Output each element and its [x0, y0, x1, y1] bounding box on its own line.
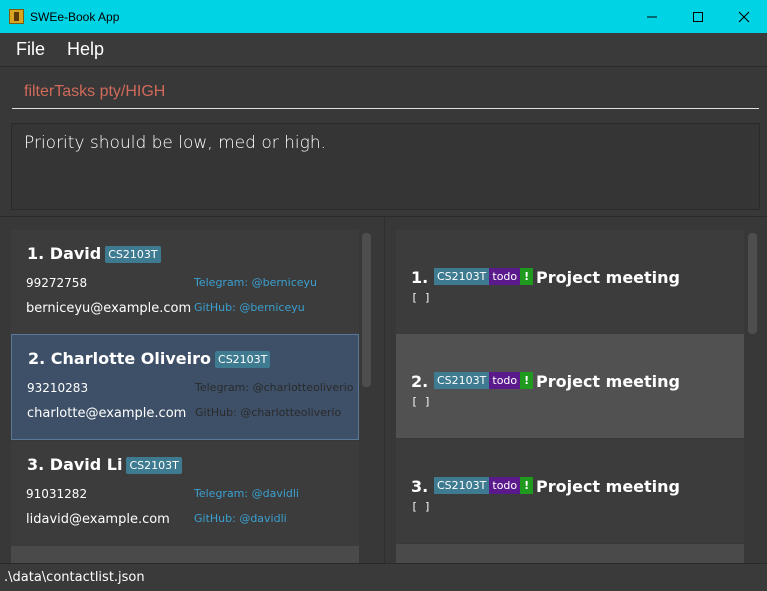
result-display-area: Priority should be low, med or high.: [0, 117, 767, 216]
person-list-scrollbar[interactable]: [362, 233, 371, 387]
window-controls: [629, 0, 767, 33]
person-name-row: 2. Charlotte Oliveiro CS2103T: [28, 349, 271, 368]
task-list[interactable]: 1. CS2103T todo ! Project meeting [ ] 2.…: [385, 216, 767, 564]
task-status-tag: todo: [489, 477, 521, 494]
person-telegram[interactable]: Telegram: @charlotteoliverio: [195, 381, 354, 394]
task-card[interactable]: 3. CS2103T todo ! Project meeting [ ]: [396, 439, 744, 543]
task-priority-tag: !: [520, 268, 534, 285]
task-card[interactable]: 2. CS2103T todo ! Project meeting [ ]: [396, 334, 744, 438]
person-card-partial[interactable]: [11, 546, 359, 564]
task-index: 1.: [411, 268, 429, 287]
save-location: .\data\contactlist.json: [4, 570, 145, 585]
task-index: 3.: [411, 477, 429, 496]
person-email: charlotte@example.com: [27, 406, 187, 421]
person-name-row: 1. David CS2103T: [27, 244, 161, 263]
task-list-scrollbar[interactable]: [748, 233, 757, 334]
task-tags: CS2103T todo !: [434, 372, 534, 389]
task-title: Project meeting: [536, 477, 680, 496]
menu-bar: File Help: [0, 33, 767, 67]
person-tag: CS2103T: [105, 246, 161, 263]
task-module-tag: CS2103T: [434, 372, 490, 389]
task-done-checkbox: [ ]: [411, 500, 431, 513]
menu-help[interactable]: Help: [67, 39, 104, 60]
menu-file[interactable]: File: [16, 39, 45, 60]
person-name: 3. David Li: [27, 455, 123, 474]
person-card[interactable]: 1. David CS2103T 99272758 berniceyu@examp…: [11, 230, 359, 336]
person-card-selected[interactable]: 2. Charlotte Oliveiro CS2103T 93210283 ch…: [11, 334, 359, 440]
task-status-tag: todo: [489, 372, 521, 389]
person-email: lidavid@example.com: [26, 512, 170, 527]
window-title: SWEe-Book App: [30, 9, 120, 24]
maximize-icon: [693, 11, 703, 22]
close-icon: [738, 11, 750, 22]
maximize-button[interactable]: [675, 0, 721, 33]
task-tags: CS2103T todo !: [434, 268, 534, 285]
task-index: 2.: [411, 372, 429, 391]
app-icon: [9, 9, 24, 24]
task-priority-tag: !: [520, 477, 534, 494]
person-telegram[interactable]: Telegram: @davidli: [194, 487, 299, 500]
person-name: 1. David: [27, 244, 102, 263]
task-tags: CS2103T todo !: [434, 477, 534, 494]
person-tag: CS2103T: [126, 457, 182, 474]
person-phone: 91031282: [26, 487, 88, 501]
person-name-row: 3. David Li CS2103T: [27, 455, 182, 474]
minimize-button[interactable]: [629, 0, 675, 33]
result-display: Priority should be low, med or high.: [11, 123, 760, 210]
task-done-checkbox: [ ]: [411, 395, 431, 408]
close-button[interactable]: [721, 0, 767, 33]
person-email: berniceyu@example.com: [26, 301, 192, 316]
person-phone: 99272758: [26, 276, 88, 290]
person-telegram[interactable]: Telegram: @berniceyu: [194, 276, 317, 289]
task-priority-tag: !: [520, 372, 534, 389]
task-status-tag: todo: [489, 268, 521, 285]
task-title: Project meeting: [536, 372, 680, 391]
person-phone: 93210283: [27, 381, 89, 395]
task-module-tag: CS2103T: [434, 268, 490, 285]
task-module-tag: CS2103T: [434, 477, 490, 494]
title-bar: SWEe-Book App: [0, 0, 767, 33]
task-card[interactable]: 1. CS2103T todo ! Project meeting [ ]: [396, 230, 744, 334]
task-card-partial[interactable]: [396, 544, 744, 564]
task-done-checkbox: [ ]: [411, 291, 431, 304]
minimize-icon: [647, 16, 657, 17]
person-github[interactable]: GitHub: @berniceyu: [194, 301, 305, 314]
status-bar: .\data\contactlist.json: [0, 563, 767, 591]
person-card[interactable]: 3. David Li CS2103T 91031282 lidavid@exam…: [11, 441, 359, 547]
person-list[interactable]: 1. David CS2103T 99272758 berniceyu@examp…: [0, 216, 385, 564]
command-box: [0, 67, 767, 117]
command-input[interactable]: [12, 75, 759, 109]
person-github[interactable]: GitHub: @davidli: [194, 512, 287, 525]
task-title: Project meeting: [536, 268, 680, 287]
person-tag: CS2103T: [215, 351, 271, 368]
person-github[interactable]: GitHub: @charlotteoliverio: [195, 406, 341, 419]
person-name: 2. Charlotte Oliveiro: [28, 349, 212, 368]
